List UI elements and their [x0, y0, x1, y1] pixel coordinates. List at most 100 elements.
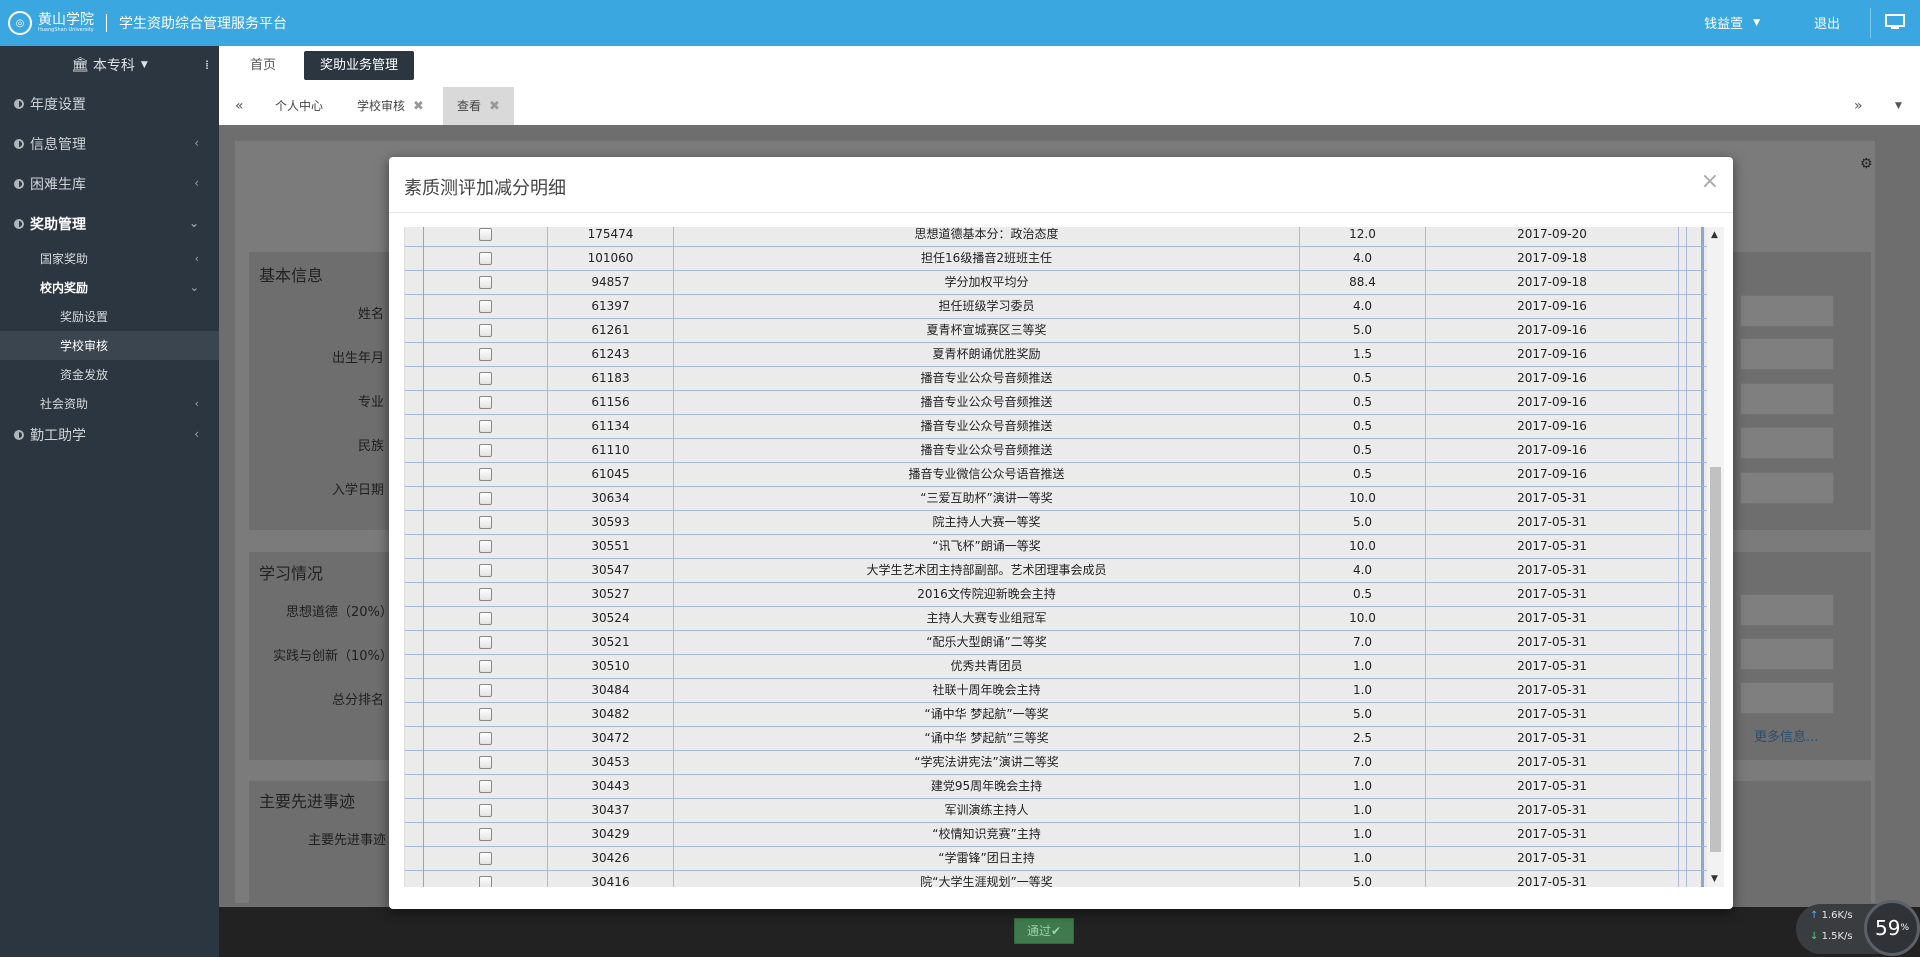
row-checkbox-cell[interactable] — [424, 438, 548, 462]
table-row[interactable]: 30429 “校情知识竞赛”主持 1.0 2017-05-31 — [405, 822, 1708, 847]
close-icon[interactable]: ✖ — [413, 99, 424, 114]
row-checkbox[interactable] — [479, 636, 492, 649]
user-name[interactable]: 钱益萱 — [1704, 13, 1743, 32]
sidebar-item-award-management[interactable]: 奖助管理 ⌄ — [0, 204, 219, 244]
scrollbar-thumb[interactable] — [1710, 467, 1721, 852]
row-checkbox-cell[interactable] — [424, 822, 548, 846]
tab-home[interactable]: 首页 — [234, 51, 292, 80]
table-row[interactable]: 94857 学分加权平均分 88.4 2017-09-18 — [405, 270, 1708, 295]
sidebar-item-info-management[interactable]: 信息管理 ‹ — [0, 124, 219, 164]
close-icon[interactable]: ✖ — [489, 99, 500, 114]
scroll-left-icon[interactable]: « — [235, 87, 244, 125]
sidebar-subsubitem-school-review[interactable]: 学校审核 — [0, 331, 219, 360]
vertical-scrollbar[interactable]: ▲ ▼ — [1707, 227, 1724, 887]
row-checkbox-cell[interactable] — [424, 486, 548, 510]
table-row[interactable]: 30593 院主持人大赛一等奖 5.0 2017-05-31 — [405, 510, 1708, 535]
row-checkbox-cell[interactable] — [424, 702, 548, 726]
table-row[interactable]: 30416 院“大学生涯规划”一等奖 5.0 2017-05-31 — [405, 870, 1708, 887]
close-icon[interactable]: × — [1701, 169, 1719, 194]
row-checkbox-cell[interactable] — [424, 870, 548, 887]
table-row[interactable]: 61397 担任班级学习委员 4.0 2017-09-16 — [405, 294, 1708, 319]
row-checkbox-cell[interactable] — [424, 318, 548, 342]
row-checkbox-cell[interactable] — [424, 366, 548, 390]
row-checkbox-cell[interactable] — [424, 270, 548, 294]
table-row[interactable]: 30524 主持人大赛专业组冠军 10.0 2017-05-31 — [405, 606, 1708, 631]
table-row[interactable]: 61134 播音专业公众号音频推送 0.5 2017-09-16 — [405, 414, 1708, 439]
row-checkbox-cell[interactable] — [424, 414, 548, 438]
scroll-up-icon[interactable]: ▲ — [1711, 230, 1718, 240]
row-checkbox[interactable] — [479, 324, 492, 337]
logout-link[interactable]: 退出 — [1814, 13, 1840, 32]
row-checkbox[interactable] — [479, 828, 492, 841]
sidebar-subsubitem-fund-disbursement[interactable]: 资金发放 — [0, 360, 219, 389]
row-checkbox[interactable] — [479, 612, 492, 625]
row-checkbox[interactable] — [479, 348, 492, 361]
row-checkbox-cell[interactable] — [424, 558, 548, 582]
table-row[interactable]: 61261 夏青杯宣城赛区三等奖 5.0 2017-09-16 — [405, 318, 1708, 343]
row-checkbox[interactable] — [479, 228, 492, 241]
row-checkbox-cell[interactable] — [424, 462, 548, 486]
row-checkbox[interactable] — [479, 684, 492, 697]
table-row[interactable]: 30453 “学宪法讲宪法”演讲二等奖 7.0 2017-05-31 — [405, 750, 1708, 775]
practice-field-right[interactable] — [1740, 638, 1834, 670]
row-checkbox[interactable] — [479, 780, 492, 793]
rank-field-right[interactable] — [1740, 682, 1834, 714]
row-checkbox[interactable] — [479, 732, 492, 745]
page-tab-view[interactable]: 查看 ✖ — [443, 87, 514, 125]
network-speed-widget[interactable]: ↑ 1.6K/s ↓ 1.5K/s 59% — [1796, 900, 1920, 957]
table-row[interactable]: 175474 思想道德基本分：政治态度 12.0 2017-09-20 — [405, 227, 1708, 247]
row-checkbox[interactable] — [479, 444, 492, 457]
menu-dots-icon[interactable]: ⁞ — [205, 58, 209, 72]
sidebar-subitem-social-aid[interactable]: 社会资助 ‹ — [0, 389, 219, 418]
row-checkbox-cell[interactable] — [424, 534, 548, 558]
row-checkbox[interactable] — [479, 852, 492, 865]
table-row[interactable]: 30634 “三爱互助杯”演讲一等奖 10.0 2017-05-31 — [405, 486, 1708, 511]
name-field-right[interactable] — [1740, 295, 1834, 327]
table-row[interactable]: 61156 播音专业公众号音频推送 0.5 2017-09-16 — [405, 390, 1708, 415]
sidebar-item-year-settings[interactable]: 年度设置 — [0, 84, 219, 124]
score-table[interactable]: 175474 思想道德基本分：政治态度 12.0 2017-09-20 101060 担任… — [404, 227, 1708, 887]
row-checkbox[interactable] — [479, 876, 492, 887]
row-checkbox[interactable] — [479, 516, 492, 529]
major-field-right[interactable] — [1740, 383, 1834, 415]
sidebar-subsubitem-award-settings[interactable]: 奖励设置 — [0, 302, 219, 331]
row-checkbox[interactable] — [479, 564, 492, 577]
row-checkbox-cell[interactable] — [424, 246, 548, 270]
level-selector[interactable]: 🏛 本专科 ▼ ⁞ — [0, 46, 219, 84]
table-row[interactable]: 30437 军训演练主持人 1.0 2017-05-31 — [405, 798, 1708, 823]
row-checkbox-cell[interactable] — [424, 510, 548, 534]
more-info-link[interactable]: 更多信息... — [1754, 726, 1818, 745]
row-checkbox-cell[interactable] — [424, 678, 548, 702]
table-row[interactable]: 61243 夏青杯朗诵优胜奖励 1.5 2017-09-16 — [405, 342, 1708, 367]
row-checkbox[interactable] — [479, 588, 492, 601]
gear-icon[interactable]: ⚙ — [1860, 156, 1873, 172]
scroll-right-icon[interactable]: » — [1854, 87, 1863, 125]
birth-field-right[interactable] — [1740, 338, 1834, 370]
university-logo[interactable]: ◎ 黄山学院 HuangShan University 学生资助综合管理服务平台 — [8, 9, 287, 37]
row-checkbox[interactable] — [479, 540, 492, 553]
user-menu[interactable]: 钱益萱 ▼ — [1704, 13, 1760, 32]
table-row[interactable]: 30443 建党95周年晚会主持 1.0 2017-05-31 — [405, 774, 1708, 799]
row-checkbox[interactable] — [479, 468, 492, 481]
row-checkbox[interactable] — [479, 276, 492, 289]
row-checkbox-cell[interactable] — [424, 846, 548, 870]
table-row[interactable]: 30472 “诵中华 梦起航”三等奖 2.5 2017-05-31 — [405, 726, 1708, 751]
row-checkbox-cell[interactable] — [424, 606, 548, 630]
table-row[interactable]: 30482 “诵中华 梦起航”一等奖 5.0 2017-05-31 — [405, 702, 1708, 727]
table-row[interactable]: 30426 “学雷锋”团日主持 1.0 2017-05-31 — [405, 846, 1708, 871]
sidebar-item-work-study[interactable]: 勤工助学 ‹ — [0, 418, 219, 452]
row-checkbox[interactable] — [479, 372, 492, 385]
page-tab-personal-center[interactable]: 个人中心 — [275, 87, 323, 125]
sidebar-item-needy-students[interactable]: 困难生库 ‹ — [0, 164, 219, 204]
sidebar-subitem-school-awards[interactable]: 校内奖励 ⌄ — [0, 273, 219, 302]
moral-field-right[interactable] — [1740, 594, 1834, 626]
row-checkbox-cell[interactable] — [424, 390, 548, 414]
table-row[interactable]: 30484 社联十周年晚会主持 1.0 2017-05-31 — [405, 678, 1708, 703]
scroll-down-icon[interactable]: ▼ — [1711, 874, 1718, 884]
caret-down-icon[interactable]: ▼ — [1895, 87, 1902, 125]
page-tab-school-review[interactable]: 学校审核 ✖ — [357, 87, 424, 125]
table-row[interactable]: 30521 “配乐大型朗诵”二等奖 7.0 2017-05-31 — [405, 630, 1708, 655]
table-row[interactable]: 61045 播音专业微信公众号语音推送 0.5 2017-09-16 — [405, 462, 1708, 487]
pass-button[interactable]: 通过✔ — [1014, 918, 1074, 944]
row-checkbox-cell[interactable] — [424, 798, 548, 822]
